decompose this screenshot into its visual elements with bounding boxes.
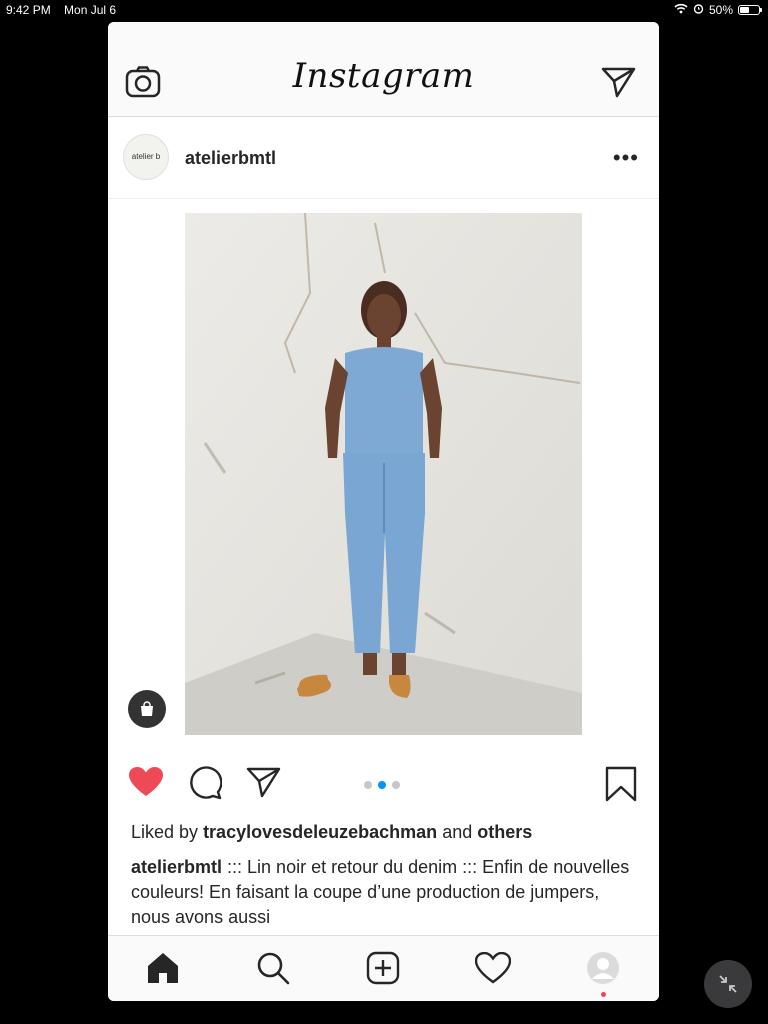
profile-icon[interactable] [585, 950, 621, 986]
post-caption: atelierbmtl ::: Lin noir et retour du de… [131, 855, 631, 935]
carousel-dot [378, 781, 386, 789]
more-options-icon[interactable]: ••• [613, 145, 639, 171]
status-bar: 9:42 PM Mon Jul 6 50% [0, 0, 768, 20]
save-bookmark-icon[interactable] [604, 766, 638, 807]
likes-prefix: Liked by [131, 822, 199, 842]
carousel-dot [392, 781, 400, 789]
exit-fullscreen-button[interactable] [704, 960, 752, 1008]
avatar[interactable]: atelier b [123, 134, 169, 180]
post-actions [108, 762, 659, 806]
instagram-app: Instagram atelier b atelierbmtl ••• Like… [108, 22, 659, 1001]
status-time: 9:42 PM [6, 3, 51, 17]
share-icon[interactable] [246, 766, 282, 803]
like-heart-icon[interactable] [128, 766, 164, 803]
alarm-icon [693, 3, 704, 17]
home-icon[interactable] [145, 950, 181, 986]
caption-username[interactable]: atelierbmtl [131, 857, 222, 877]
comment-icon[interactable] [188, 766, 223, 805]
liked-by-others-link[interactable]: others [477, 822, 532, 842]
carousel-dot [364, 781, 372, 789]
post-header: atelier b atelierbmtl ••• [108, 117, 659, 199]
activity-heart-icon[interactable] [475, 950, 511, 986]
bottom-tab-bar [108, 935, 659, 1001]
likes-and: and [442, 822, 473, 842]
status-date: Mon Jul 6 [64, 3, 117, 17]
likes-summary: Liked by tracylovesdeleuzebachman and ot… [131, 822, 532, 843]
search-icon[interactable] [255, 950, 291, 986]
collapse-arrows-icon [719, 975, 737, 993]
new-post-icon[interactable] [365, 950, 401, 986]
app-header: Instagram [108, 22, 659, 117]
direct-message-icon[interactable] [601, 66, 637, 103]
carousel-indicator [364, 781, 400, 789]
post-username[interactable]: atelierbmtl [185, 148, 276, 169]
shopping-bag-icon[interactable] [128, 690, 166, 728]
liked-by-user-link[interactable]: tracylovesdeleuzebachman [203, 822, 437, 842]
post-photo[interactable] [185, 213, 582, 735]
wifi-icon [674, 3, 688, 17]
battery-icon [738, 5, 762, 15]
avatar-text: atelier b [131, 152, 161, 161]
battery-percent: 50% [708, 3, 733, 17]
instagram-logo: Instagram [292, 56, 475, 96]
profile-notification-dot [601, 992, 606, 997]
